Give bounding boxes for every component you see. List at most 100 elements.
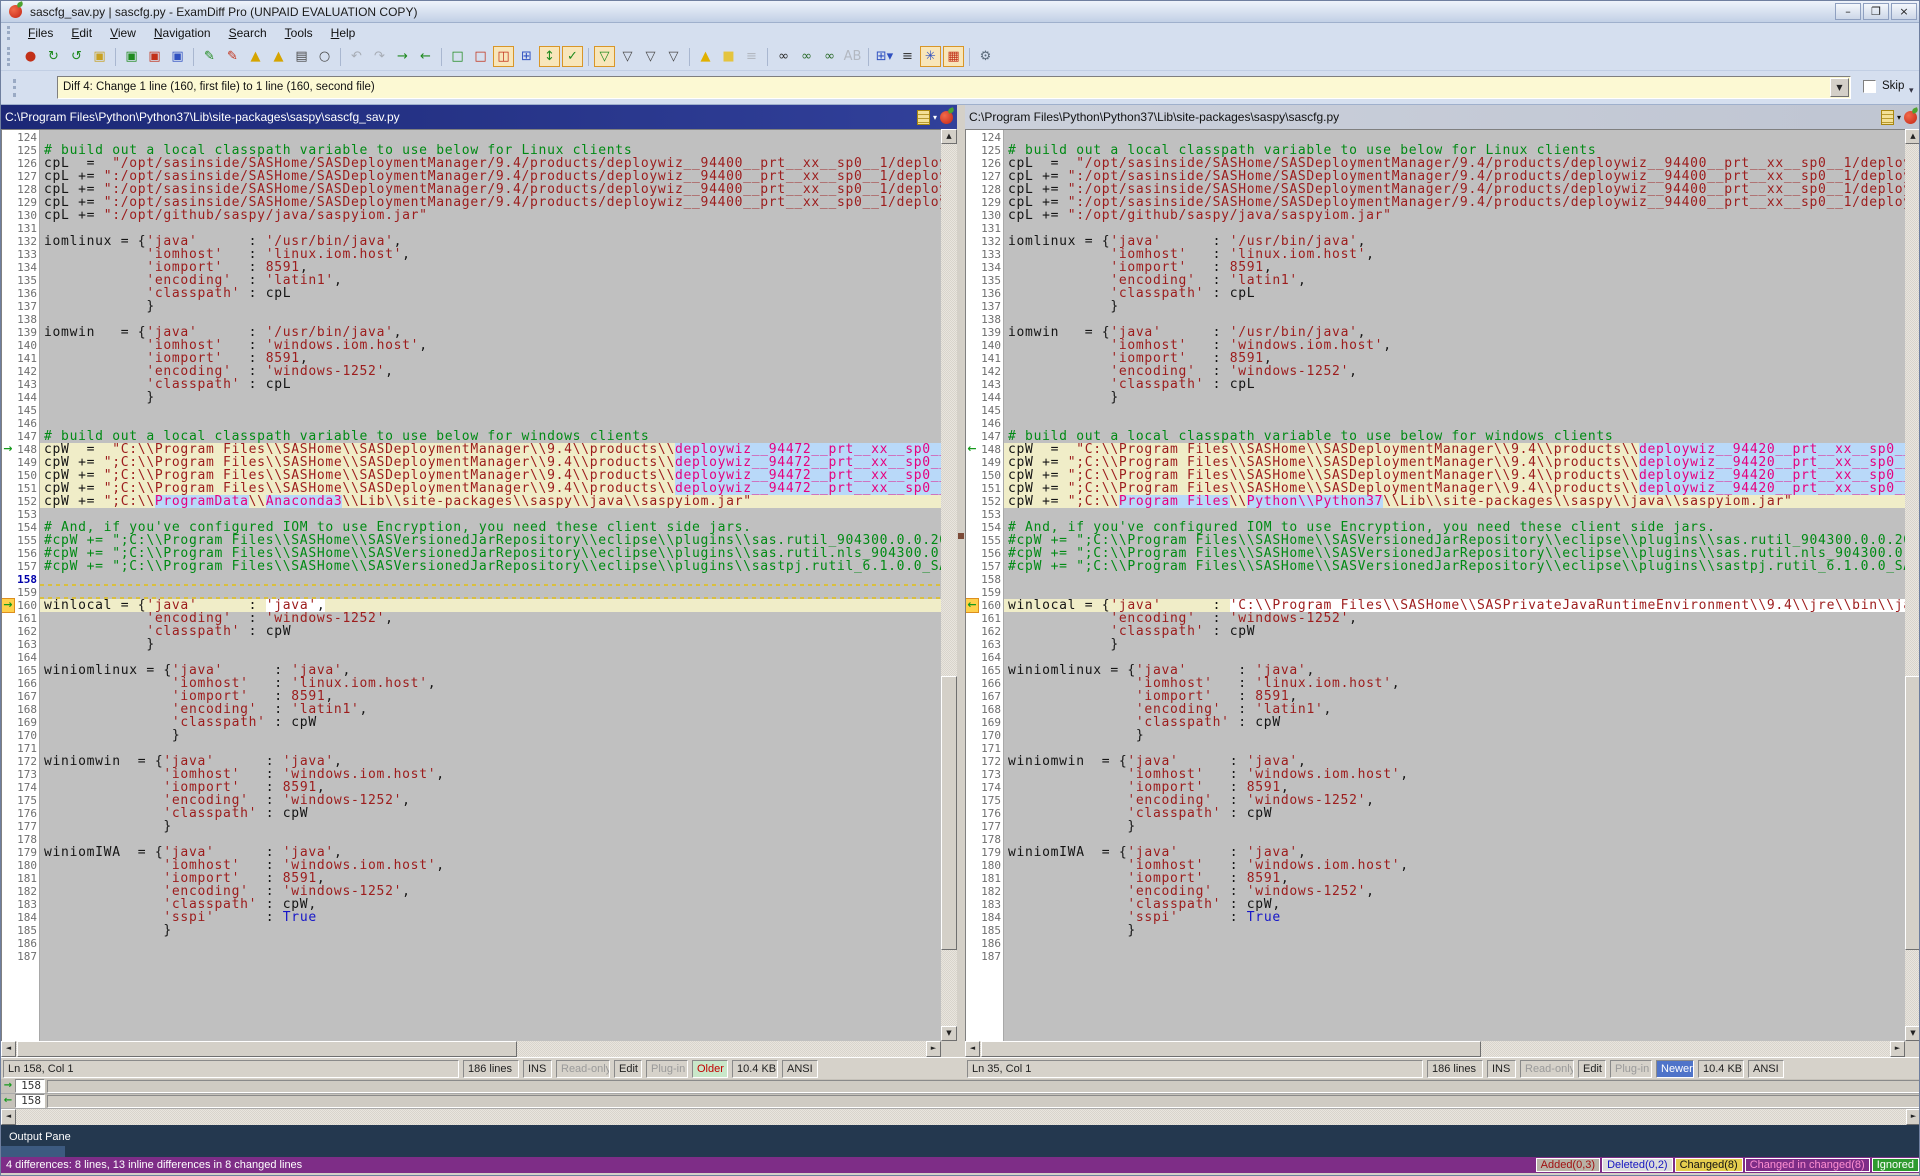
code-line[interactable]: 168 'encoding' : 'latin1',: [2, 703, 941, 716]
code-line[interactable]: 172winiomwin = {'java' : 'java',: [966, 755, 1905, 768]
menu-view[interactable]: View: [101, 24, 145, 42]
code-line[interactable]: 158: [2, 573, 941, 586]
code-line[interactable]: 146: [2, 417, 941, 430]
code-line[interactable]: 170 }: [2, 729, 941, 742]
code-line[interactable]: 145: [966, 404, 1905, 417]
code-line[interactable]: 159: [2, 586, 941, 599]
mini-row-first-file[interactable]: → 158: [1, 1079, 1920, 1094]
sync-scroll-icon[interactable]: ↕: [539, 46, 560, 67]
diff-marker-icon[interactable]: ←: [966, 599, 978, 612]
code-line[interactable]: 172winiomwin = {'java' : 'java',: [2, 755, 941, 768]
code-line[interactable]: 171: [966, 742, 1905, 755]
code-line[interactable]: 146: [966, 417, 1905, 430]
code-line[interactable]: 163 }: [2, 638, 941, 651]
code-line[interactable]: 169 'classpath' : cpW: [2, 716, 941, 729]
code-line[interactable]: 161 'encoding' : 'windows-1252',: [2, 612, 941, 625]
code-line[interactable]: 125# build out a local classpath variabl…: [2, 144, 941, 157]
code-line[interactable]: 168 'encoding' : 'latin1',: [966, 703, 1905, 716]
code-line[interactable]: 139iomwin = {'java' : '/usr/bin/java',: [2, 326, 941, 339]
compare-options-icon[interactable]: ▦: [943, 46, 964, 67]
code-line[interactable]: 178: [966, 833, 1905, 846]
code-line[interactable]: 180 'iomhost' : 'windows.iom.host',: [966, 859, 1905, 872]
code-line[interactable]: 181 'iomport' : 8591,: [2, 872, 941, 885]
find-prev-icon[interactable]: ∞: [819, 46, 840, 67]
code-line[interactable]: 140 'iomhost' : 'windows.iom.host',: [966, 339, 1905, 352]
code-line[interactable]: 183 'classpath' : cpW,: [966, 898, 1905, 911]
code-line[interactable]: 143 'classpath' : cpL: [2, 378, 941, 391]
edit-second-icon[interactable]: ✎: [222, 46, 243, 67]
code-line[interactable]: 125# build out a local classpath variabl…: [966, 144, 1905, 157]
toolbar-grip[interactable]: [13, 79, 17, 97]
code-line[interactable]: 131: [2, 222, 941, 235]
filter-deleted-icon[interactable]: ▽: [663, 46, 684, 67]
code-line[interactable]: 164: [966, 651, 1905, 664]
code-line[interactable]: 161 'encoding' : 'windows-1252',: [966, 612, 1905, 625]
warning-icon[interactable]: ▲: [695, 46, 716, 67]
second-file-header[interactable]: C:\Program Files\Python\Python37\Lib\sit…: [965, 105, 1920, 129]
first-file-header[interactable]: C:\Program Files\Python\Python37\Lib\sit…: [1, 105, 957, 129]
compare-files-icon[interactable]: ●: [20, 46, 41, 67]
align-icon[interactable]: ≡: [741, 46, 762, 67]
code-line[interactable]: 157#cpW += ";C:\\Program Files\\SASHome\…: [966, 560, 1905, 573]
code-line[interactable]: 186: [2, 937, 941, 950]
code-line[interactable]: 174 'iomport' : 8591,: [966, 781, 1905, 794]
code-line[interactable]: 183 'classpath' : cpW,: [2, 898, 941, 911]
save-both-icon[interactable]: ▣: [167, 46, 188, 67]
code-line[interactable]: 131: [966, 222, 1905, 235]
code-line[interactable]: 138: [966, 313, 1905, 326]
filter-added-icon[interactable]: ▽: [617, 46, 638, 67]
filter-changed-icon[interactable]: ▽: [640, 46, 661, 67]
diff-marker-icon[interactable]: ←: [966, 443, 978, 456]
code-line[interactable]: 151cpW += ";C:\\Program Files\\SASHome\\…: [966, 482, 1905, 495]
vertical-scrollbar[interactable]: ▲ ▼: [941, 129, 957, 1041]
print-icon[interactable]: ▤: [291, 46, 312, 67]
code-line[interactable]: 166 'iomhost' : 'linux.iom.host',: [2, 677, 941, 690]
menu-files[interactable]: Files: [19, 24, 62, 42]
line-numbers-icon[interactable]: ≡: [897, 46, 918, 67]
code-line[interactable]: 143 'classpath' : cpL: [966, 378, 1905, 391]
diff-dropdown-button[interactable]: ▼: [1830, 78, 1849, 97]
code-line[interactable]: 150cpW += ";C:\\Program Files\\SASHome\\…: [2, 469, 941, 482]
settings-icon[interactable]: ⚙: [975, 46, 996, 67]
next-difference-icon[interactable]: →: [392, 46, 413, 67]
save-second-icon[interactable]: ▣: [144, 46, 165, 67]
code-line[interactable]: 145: [2, 404, 941, 417]
code-line[interactable]: 173 'iomhost' : 'windows.iom.host',: [2, 768, 941, 781]
code-line[interactable]: 182 'encoding' : 'windows-1252',: [966, 885, 1905, 898]
code-line[interactable]: 165winiomlinux = {'java' : 'java',: [966, 664, 1905, 677]
code-line[interactable]: 185 }: [966, 924, 1905, 937]
code-line[interactable]: 163 }: [966, 638, 1905, 651]
edit-indicator[interactable]: Edit: [1578, 1060, 1606, 1078]
code-line[interactable]: 147# build out a local classpath variabl…: [2, 430, 941, 443]
code-line[interactable]: 174 'iomport' : 8591,: [2, 781, 941, 794]
match-case-icon[interactable]: AB: [842, 46, 863, 67]
auto-recompare-icon[interactable]: ✓: [562, 46, 583, 67]
code-line[interactable]: ←148cpW = "C:\\Program Files\\SASHome\\S…: [966, 443, 1905, 456]
code-line[interactable]: 167 'iomport' : 8591,: [2, 690, 941, 703]
filter-show-all-icon[interactable]: ▽: [594, 46, 615, 67]
code-line[interactable]: 133 'iomhost' : 'linux.iom.host',: [2, 248, 941, 261]
show-second-pane-icon[interactable]: □: [470, 46, 491, 67]
toolbar-grip[interactable]: [7, 26, 11, 40]
code-line[interactable]: 153: [966, 508, 1905, 521]
menu-edit[interactable]: Edit: [62, 24, 101, 42]
chevron-down-icon[interactable]: ▾: [933, 113, 937, 122]
code-line[interactable]: ←160winlocal = {'java' : 'C:\\Program Fi…: [966, 599, 1905, 612]
redo-icon[interactable]: ↷: [369, 46, 390, 67]
undo-icon[interactable]: ↶: [346, 46, 367, 67]
code-line[interactable]: 138: [2, 313, 941, 326]
code-line[interactable]: 166 'iomhost' : 'linux.iom.host',: [966, 677, 1905, 690]
horizontal-scrollbar[interactable]: ◄ ►: [1, 1041, 941, 1057]
code-line[interactable]: 139iomwin = {'java' : '/usr/bin/java',: [966, 326, 1905, 339]
code-line[interactable]: 179winiomIWA = {'java' : 'java',: [2, 846, 941, 859]
code-line[interactable]: 170 }: [966, 729, 1905, 742]
edit-first-icon[interactable]: ✎: [199, 46, 220, 67]
splitter-grip[interactable]: [958, 533, 964, 539]
code-line[interactable]: 137 }: [2, 300, 941, 313]
code-line[interactable]: 133 'iomhost' : 'linux.iom.host',: [966, 248, 1905, 261]
code-line[interactable]: 130cpL += ":/opt/github/saspy/java/saspy…: [2, 209, 941, 222]
code-line[interactable]: 136 'classpath' : cpL: [2, 287, 941, 300]
output-pane-tab[interactable]: [1, 1146, 65, 1157]
file-options-icon[interactable]: [1881, 110, 1894, 125]
code-line[interactable]: 167 'iomport' : 8591,: [966, 690, 1905, 703]
